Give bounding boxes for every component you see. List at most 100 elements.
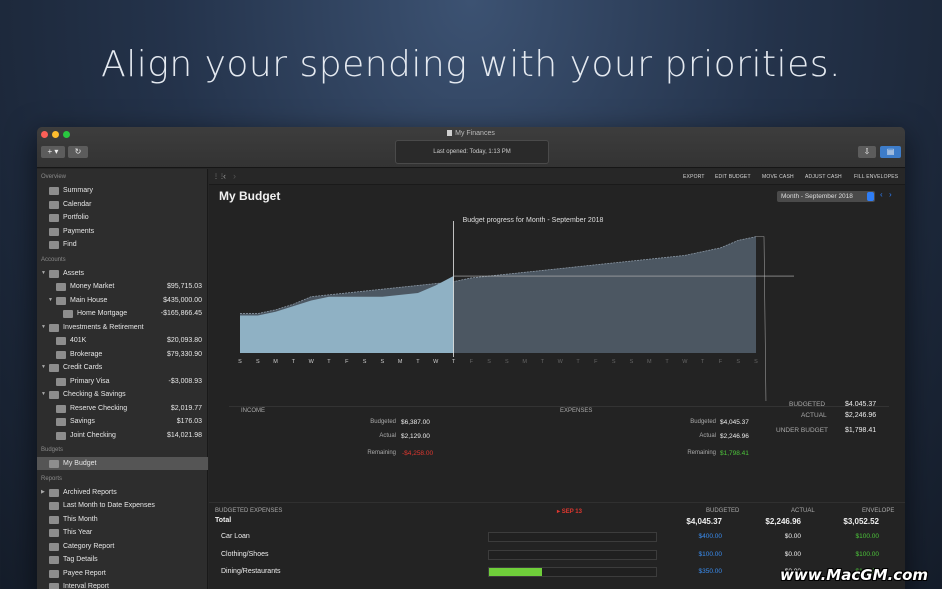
sidebar-item-amount: $14,021.98	[166, 431, 202, 439]
under-budget-label: UNDER BUDGET	[776, 427, 829, 434]
budget-row-envelope[interactable]: $100.00	[819, 551, 880, 558]
budget-row-envelope[interactable]: $100.00	[819, 533, 880, 540]
disclosure-triangle-icon[interactable]: ▼	[41, 321, 46, 334]
sidebar-item[interactable]: Calendar	[37, 198, 208, 211]
folder-icon	[56, 418, 66, 426]
budgeted-expenses-header: BUDGETED EXPENSES	[215, 508, 283, 514]
edit-budget-button[interactable]: EDIT BUDGET	[715, 174, 751, 180]
sidebar-item-label: Credit Cards	[63, 364, 103, 371]
import-icon[interactable]: ⇩	[858, 146, 876, 158]
folder-icon	[49, 269, 59, 278]
col-actual-header: ACTUAL	[791, 508, 815, 514]
find-icon	[49, 241, 59, 249]
prev-period-icon[interactable]: ‹	[880, 190, 883, 199]
budget-row-label[interactable]: Car Loan	[221, 533, 250, 540]
disclosure-triangle-icon[interactable]: ▶	[41, 486, 45, 499]
move-cash-button[interactable]: MOVE CASH	[762, 174, 794, 180]
sidebar-item[interactable]: Joint Checking $14,021.98	[37, 429, 208, 442]
stepper-icon[interactable]	[867, 192, 874, 201]
window-title-text: My Finances	[455, 130, 495, 137]
next-period-icon[interactable]: ›	[889, 190, 892, 199]
sidebar-item[interactable]: This Month	[37, 513, 208, 526]
sidebar-item[interactable]: Savings $176.03	[37, 415, 208, 428]
folder-icon	[49, 488, 59, 497]
budget-row-actual: $2,246.96	[765, 517, 801, 526]
period-select[interactable]: Month - September 2018	[777, 191, 875, 202]
fill-envelopes-button[interactable]: FILL ENVELOPES	[854, 174, 898, 180]
sidebar-item[interactable]: ▼ Main House $435,000.00	[37, 294, 208, 307]
disclosure-triangle-icon[interactable]: ▼	[41, 267, 46, 280]
income-heading: INCOME	[241, 408, 265, 414]
document-icon	[447, 130, 453, 136]
sidebar-item[interactable]: Find	[37, 238, 208, 251]
x-tick-label: T	[701, 359, 705, 365]
sidebar-item-label: Checking & Savings	[63, 391, 126, 398]
marketing-headline: Align your spending with your priorities…	[101, 44, 841, 85]
sidebar-item-label: Savings	[70, 418, 95, 425]
sidebar-item[interactable]: ▼ Assets	[37, 267, 208, 280]
sidebar-item-label: Investments & Retirement	[63, 323, 144, 331]
sidebar-item[interactable]: Payments	[37, 225, 208, 238]
sidebar-item[interactable]: My Budget	[37, 457, 208, 470]
inspector-icon[interactable]: ▤	[880, 146, 901, 158]
main-content: ⋮⋮ ‹ › EXPORT EDIT BUDGET MOVE CASH ADJU…	[209, 169, 905, 589]
sidebar-item[interactable]: Tag Details	[37, 553, 208, 566]
adjust-cash-button[interactable]: ADJUST CASH	[805, 174, 842, 180]
folder-icon	[56, 350, 66, 359]
sidebar-item-label: Portfolio	[63, 214, 89, 221]
budget-row-label[interactable]: Clothing/Shoes	[221, 551, 268, 558]
folder-icon	[49, 583, 59, 589]
sidebar-item[interactable]: This Year	[37, 526, 208, 539]
folder-icon	[56, 431, 66, 440]
sidebar-item[interactable]: Home Mortgage -$165,866.45	[37, 307, 208, 320]
budget-row-budgeted[interactable]: $400.00	[662, 533, 723, 540]
sidebar-item-label: Category Report	[63, 542, 115, 550]
folder-icon	[63, 310, 73, 318]
budget-row-envelope: $3,052.52	[843, 517, 879, 526]
sidebar-item[interactable]: Money Market $95,715.03	[37, 280, 208, 293]
sidebar-item[interactable]: Category Report	[37, 540, 208, 553]
disclosure-triangle-icon[interactable]: ▼	[48, 294, 53, 307]
x-tick-label: S	[754, 359, 758, 365]
sidebar-item[interactable]: 401K $20,093.80	[37, 334, 208, 347]
sidebar-item[interactable]: Primary Visa -$3,008.93	[37, 375, 208, 388]
budget-row-budgeted[interactable]: $100.00	[662, 551, 723, 558]
disclosure-triangle-icon[interactable]: ▼	[41, 361, 46, 374]
sidebar-item[interactable]: Portfolio	[37, 211, 208, 224]
x-tick-label: S	[630, 359, 634, 365]
sidebar-item[interactable]: ▼ Credit Cards	[37, 361, 208, 374]
sidebar-item[interactable]: ▼ Checking & Savings	[37, 388, 208, 401]
col-budgeted-header: BUDGETED	[706, 508, 740, 514]
folder-icon	[56, 283, 66, 291]
export-button[interactable]: EXPORT	[683, 174, 705, 180]
sidebar-item[interactable]: Summary	[37, 184, 208, 197]
add-button[interactable]: + ▾	[41, 146, 65, 158]
forward-arrow-icon[interactable]: ›	[233, 171, 236, 181]
sidebar-item[interactable]: Reserve Checking $2,019.77	[37, 402, 208, 415]
panel-divider	[229, 406, 889, 407]
budget-row-label[interactable]: Dining/Restaurants	[221, 568, 281, 575]
watermark: www.MacGM.com	[780, 566, 929, 584]
sidebar-item[interactable]: Brokerage $79,330.90	[37, 348, 208, 361]
x-tick-label: T	[665, 359, 669, 365]
summary-icon	[49, 187, 59, 195]
income-actual-value: $2,129.00	[401, 433, 430, 440]
x-tick-label: S	[505, 359, 509, 365]
folder-icon	[49, 515, 59, 524]
disclosure-triangle-icon[interactable]: ▼	[41, 388, 46, 401]
income-remaining-value: -$4,258.00	[402, 450, 434, 457]
col-envelope-header: ENVELOPE	[862, 508, 895, 514]
x-tick-label: W	[309, 359, 315, 365]
expenses-remaining-label: Remaining	[687, 450, 716, 456]
refresh-button[interactable]: ↻	[68, 146, 88, 158]
sidebar-item-label: Money Market	[70, 283, 115, 290]
sidebar-item[interactable]: Payee Report	[37, 567, 208, 580]
sidebar-section-heading: Reports	[41, 475, 63, 482]
budget-row-budgeted[interactable]: $350.00	[662, 568, 723, 575]
sidebar-item[interactable]: Interval Report	[37, 580, 208, 589]
back-arrow-icon[interactable]: ‹	[223, 171, 226, 181]
sidebar-item-amount: -$3,008.93	[168, 377, 202, 385]
sidebar-item[interactable]: ▶ Archived Reports	[37, 486, 208, 499]
sidebar-item[interactable]: Last Month to Date Expenses	[37, 499, 208, 512]
sidebar-item[interactable]: ▼ Investments & Retirement	[37, 321, 208, 334]
